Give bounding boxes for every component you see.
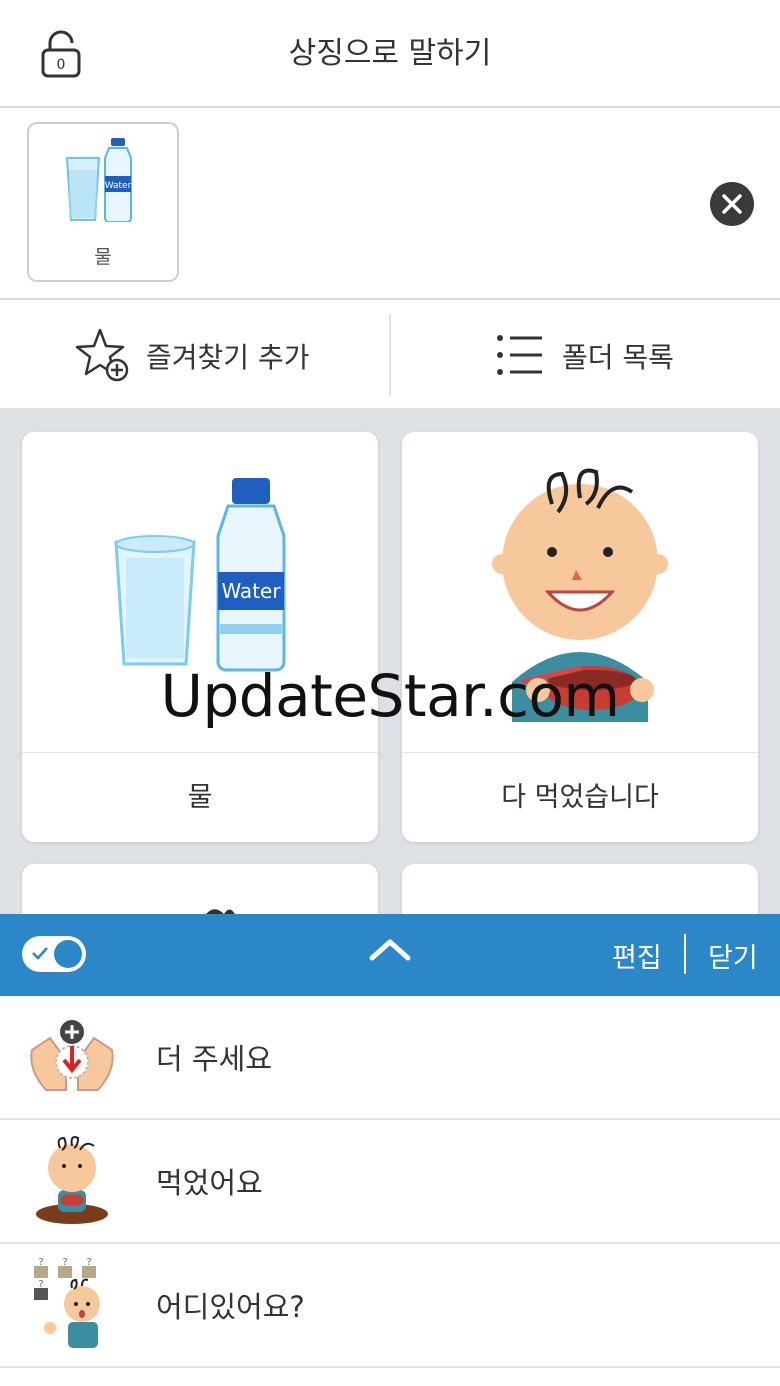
- folder-list-label: 폴더 목록: [562, 341, 674, 374]
- list-item[interactable]: ? ? ? ? 어디있어요?: [0, 1244, 780, 1368]
- symbol-card-water[interactable]: Water 물: [22, 432, 378, 842]
- action-toolbar: 즐겨찾기 추가 폴더 목록: [0, 300, 780, 408]
- symbol-card-finished-eating[interactable]: 다 먹었습니다: [402, 432, 758, 842]
- clear-sentence-button[interactable]: [710, 182, 754, 226]
- folder-list-button[interactable]: 폴더 목록: [391, 300, 780, 408]
- close-button[interactable]: 닫기: [708, 936, 758, 975]
- svg-text:?: ?: [38, 1279, 43, 1290]
- edit-button[interactable]: 편집: [612, 936, 662, 975]
- svg-text:Water: Water: [105, 181, 132, 191]
- symbol-card-partial[interactable]: [22, 864, 378, 914]
- toggle-knob: [54, 940, 82, 968]
- where-is-it-icon: ? ? ? ?: [34, 1258, 100, 1348]
- svg-text:?: ?: [38, 1258, 43, 1268]
- symbol-card-partial[interactable]: [402, 864, 758, 914]
- water-symbol-icon: Water: [65, 138, 132, 222]
- add-favorite-button[interactable]: 즐겨찾기 추가: [0, 300, 389, 408]
- watermark-text: UpdateStar.com: [160, 662, 620, 730]
- chevron-up-icon[interactable]: [366, 934, 414, 966]
- add-favorite-label: 즐겨찾기 추가: [146, 341, 310, 374]
- page-title: 상징으로 말하기: [288, 36, 492, 71]
- bar-divider: [684, 934, 686, 974]
- more-please-icon: [30, 1020, 114, 1091]
- boy-ate-icon: [36, 1136, 108, 1224]
- list-icon: [497, 335, 542, 375]
- svg-text:Water: Water: [221, 579, 281, 603]
- check-icon: [32, 947, 48, 960]
- symbol-card-label: 물: [187, 782, 213, 813]
- app-header: 상징으로 말하기 0: [0, 0, 780, 108]
- sentence-strip: Water 물: [0, 108, 780, 300]
- lock-icon[interactable]: 0: [40, 30, 82, 78]
- symbol-grid: Water 물 다 먹었습니다: [0, 408, 780, 914]
- list-item-label: 어디있어요?: [156, 1290, 305, 1324]
- symbol-card-label: 다 먹었습니다: [501, 782, 659, 813]
- star-plus-icon: [76, 328, 129, 382]
- lock-digit: 0: [57, 57, 66, 73]
- list-item[interactable]: 먹었어요: [0, 1120, 780, 1244]
- favorites-bar: 편집 닫기: [0, 914, 780, 996]
- list-item-label: 더 주세요: [156, 1042, 272, 1076]
- list-item[interactable]: 더 주세요: [0, 996, 780, 1120]
- svg-text:?: ?: [62, 1258, 67, 1268]
- list-item-label: 먹었어요: [156, 1166, 263, 1200]
- favorites-toggle[interactable]: [22, 936, 86, 972]
- strip-symbol-card[interactable]: Water 물: [27, 122, 179, 282]
- partial-symbol-icon: [206, 909, 235, 914]
- strip-symbol-label: 물: [94, 246, 112, 268]
- svg-text:?: ?: [86, 1258, 91, 1268]
